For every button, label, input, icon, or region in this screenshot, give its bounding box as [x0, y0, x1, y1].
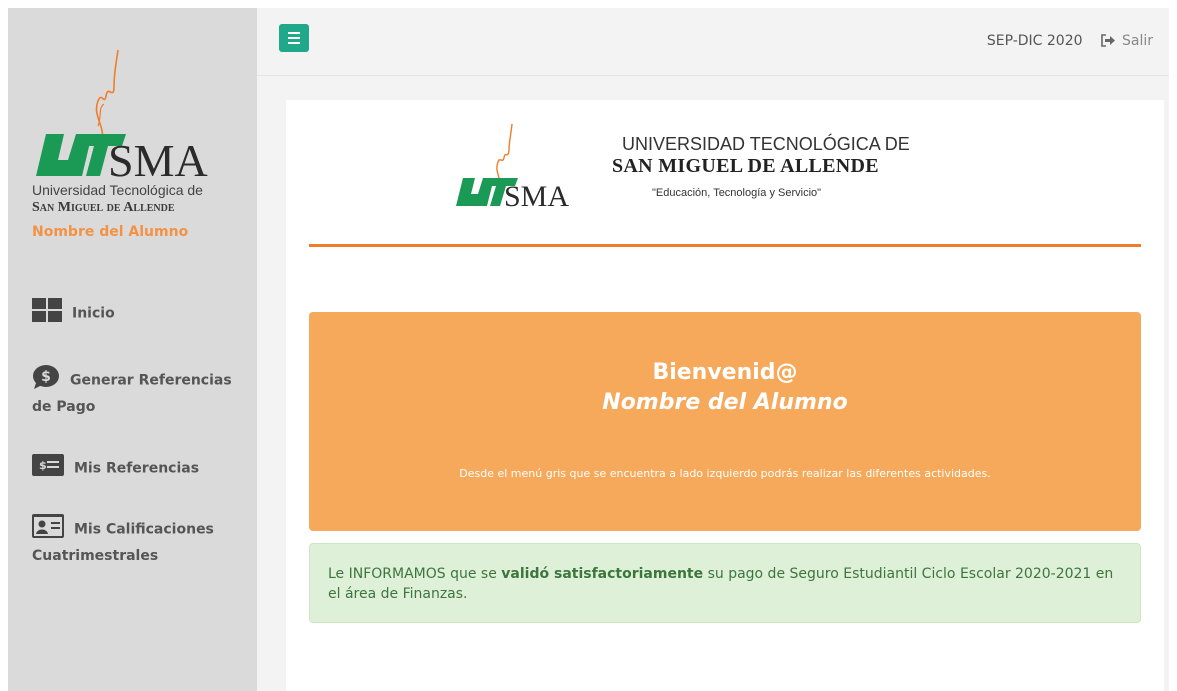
sidebar: SMA Universidad Tecnológica de San Migue… [8, 8, 257, 691]
money-card-icon: $ [32, 454, 64, 483]
welcome-student-name: Nombre del Alumno [602, 390, 848, 415]
sidebar-item-inicio[interactable]: Inicio [32, 298, 115, 329]
hamburger-icon[interactable] [279, 24, 309, 52]
header-utsma-logo: SMA [454, 118, 594, 213]
dollar-bubble-icon: $ [32, 365, 60, 396]
alert-bold: validó satisfactoriamente [501, 566, 704, 582]
app-frame: SMA Universidad Tecnológica de San Migue… [8, 8, 1169, 691]
sidebar-item-label: Generar Referencias de Pago [32, 372, 232, 416]
alert-prefix: Le INFORMAMOS que se [328, 566, 502, 582]
topbar: SEP-DIC 2020 Salir [257, 8, 1169, 76]
svg-text:SMA: SMA [504, 180, 569, 208]
welcome-description: Desde el menú gris que se encuentra a la… [459, 467, 991, 480]
header-university-line2: SAN MIGUEL DE ALLENDE [612, 155, 879, 177]
sidebar-item-label: Mis Referencias [74, 460, 200, 477]
svg-text:$: $ [41, 369, 51, 385]
logout-label: Salir [1121, 33, 1153, 49]
svg-text:SMA: SMA [108, 135, 208, 186]
header-divider [309, 244, 1141, 247]
welcome-panel: Bienvenid@ Nombre del Alumno Desde el me… [309, 312, 1141, 531]
utsma-logo: SMA [32, 46, 232, 196]
welcome-title: Bienvenid@ [652, 360, 798, 385]
svg-text:$: $ [39, 459, 47, 472]
main-card: SMA UNIVERSIDAD TECNOLÓGICA DE SAN MIGUE… [286, 100, 1164, 691]
period-label: SEP-DIC 2020 [986, 33, 1083, 49]
sidebar-item-generar-referencias[interactable]: $ Generar Referencias de Pago [32, 365, 247, 418]
sidebar-university-line2: San Miguel de Allende [32, 200, 175, 215]
payment-alert: Le INFORMAMOS que se validó satisfactori… [309, 543, 1141, 623]
grid-icon [32, 298, 62, 329]
id-card-icon [32, 514, 64, 545]
sidebar-student-name: Nombre del Alumno [32, 224, 189, 240]
sidebar-item-label: Inicio [72, 305, 115, 322]
header-university-line1: UNIVERSIDAD TECNOLÓGICA DE [622, 134, 910, 154]
sidebar-item-mis-referencias[interactable]: $ Mis Referencias [32, 454, 199, 483]
logout-link[interactable]: Salir [1101, 33, 1153, 49]
header-motto: "Educación, Tecnología y Servicio" [652, 187, 822, 199]
topbar-right: SEP-DIC 2020 Salir [987, 33, 1153, 51]
sidebar-university-line1: Universidad Tecnológica de [32, 182, 203, 198]
sign-out-icon [1101, 34, 1116, 51]
sidebar-item-mis-calificaciones[interactable]: Mis Calificaciones Cuatrimestrales [32, 514, 247, 567]
